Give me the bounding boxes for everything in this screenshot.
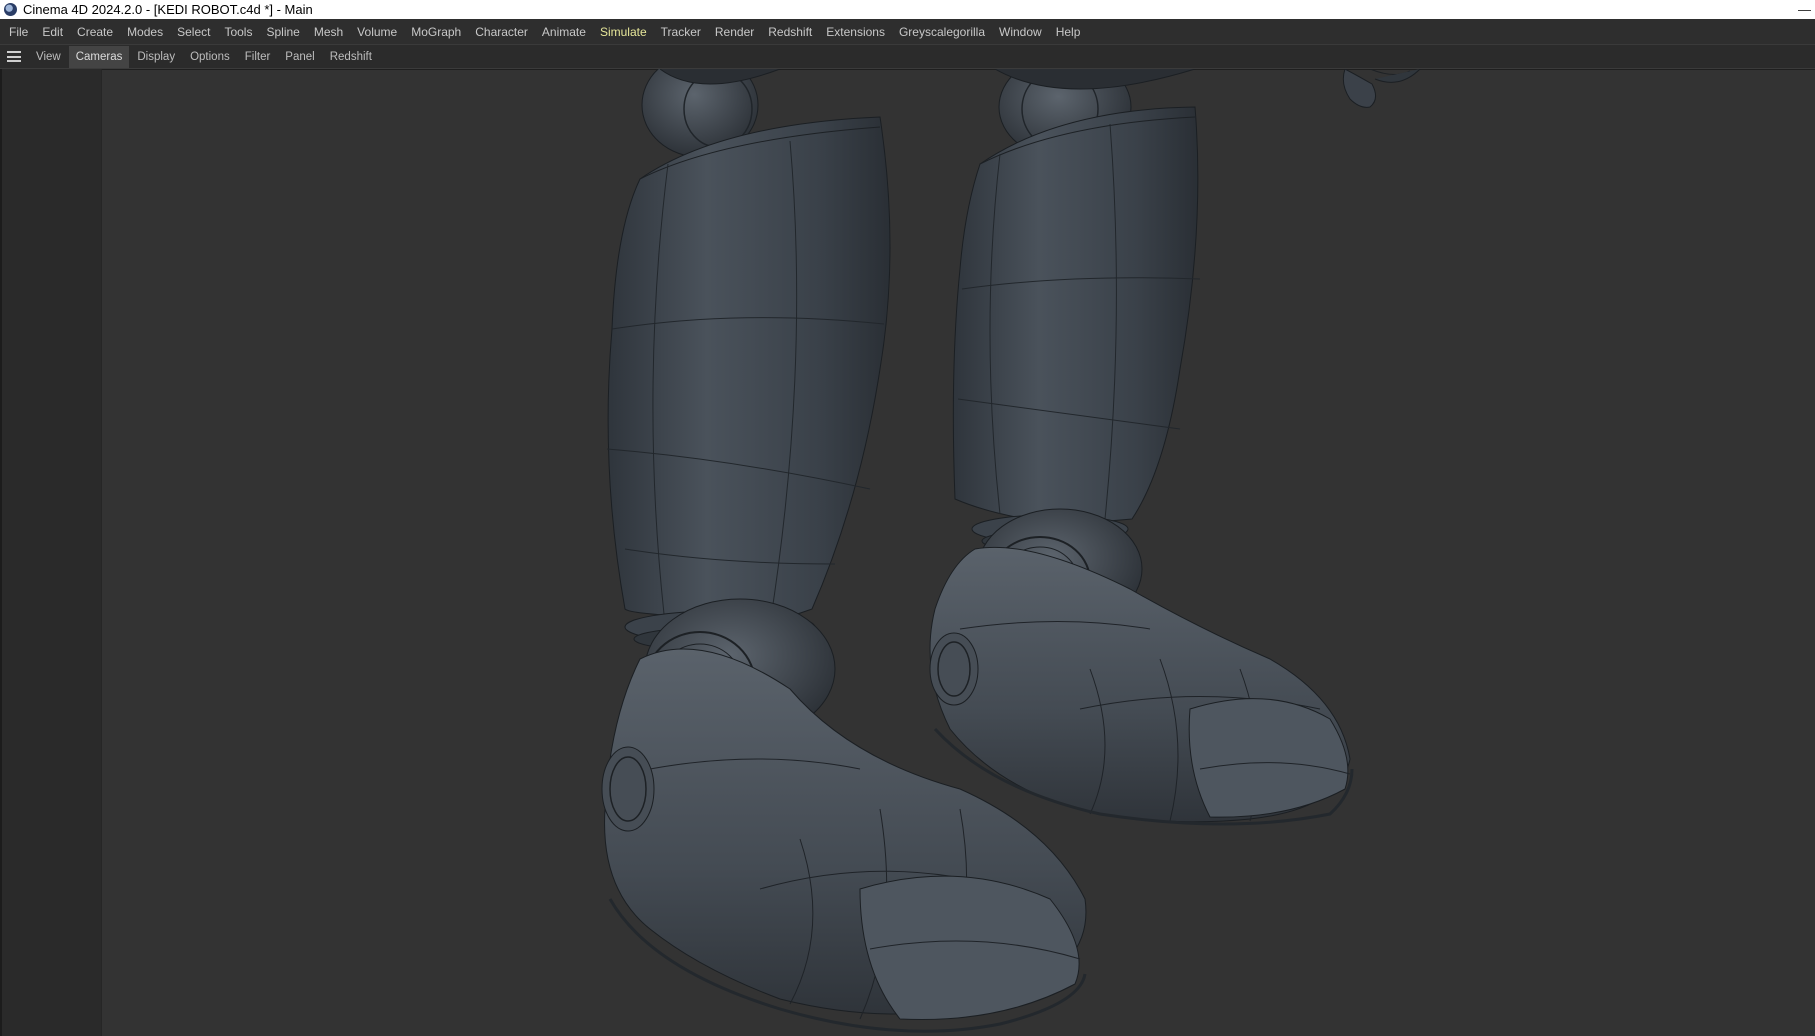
viewport-menu-options[interactable]: Options bbox=[183, 46, 237, 68]
menu-volume[interactable]: Volume bbox=[350, 19, 404, 45]
menu-render[interactable]: Render bbox=[708, 19, 761, 45]
hamburger-icon[interactable] bbox=[7, 51, 21, 62]
main-menu-bar: File Edit Create Modes Select Tools Spli… bbox=[0, 19, 1815, 45]
cinema4d-logo-icon bbox=[4, 3, 17, 16]
right-leg bbox=[929, 69, 1354, 826]
menu-file[interactable]: File bbox=[2, 19, 35, 45]
menu-tracker[interactable]: Tracker bbox=[654, 19, 708, 45]
menu-animate[interactable]: Animate bbox=[535, 19, 593, 45]
menu-window[interactable]: Window bbox=[992, 19, 1049, 45]
viewport-menu-filter[interactable]: Filter bbox=[238, 46, 278, 68]
menu-create[interactable]: Create bbox=[70, 19, 120, 45]
menu-select[interactable]: Select bbox=[170, 19, 217, 45]
menu-character[interactable]: Character bbox=[468, 19, 535, 45]
viewport-menu-panel[interactable]: Panel bbox=[278, 46, 321, 68]
menu-spline[interactable]: Spline bbox=[259, 19, 306, 45]
menu-modes[interactable]: Modes bbox=[120, 19, 170, 45]
robot-legs-model[interactable] bbox=[0, 69, 1815, 1036]
menu-help[interactable]: Help bbox=[1049, 19, 1088, 45]
title-bar: Cinema 4D 2024.2.0 - [KEDI ROBOT.c4d *] … bbox=[0, 0, 1815, 19]
viewport-menu-redshift[interactable]: Redshift bbox=[323, 46, 379, 68]
viewport-menu-view[interactable]: View bbox=[29, 46, 68, 68]
window-title: Cinema 4D 2024.2.0 - [KEDI ROBOT.c4d *] … bbox=[23, 2, 313, 17]
viewport-menu-cameras[interactable]: Cameras bbox=[68, 45, 130, 68]
menu-mograph[interactable]: MoGraph bbox=[404, 19, 468, 45]
menu-mesh[interactable]: Mesh bbox=[307, 19, 350, 45]
menu-tools[interactable]: Tools bbox=[217, 19, 259, 45]
menu-simulate[interactable]: Simulate bbox=[593, 19, 654, 45]
menu-greyscalegorilla[interactable]: Greyscalegorilla bbox=[892, 19, 992, 45]
robot-hand-fragment bbox=[1342, 69, 1421, 108]
menu-extensions[interactable]: Extensions bbox=[819, 19, 892, 45]
menu-redshift[interactable]: Redshift bbox=[761, 19, 819, 45]
minimize-button[interactable]: — bbox=[1798, 0, 1811, 19]
menu-edit[interactable]: Edit bbox=[35, 19, 70, 45]
viewport-menu-bar: View Cameras Display Options Filter Pane… bbox=[0, 45, 1815, 69]
viewport-menu-display[interactable]: Display bbox=[130, 46, 182, 68]
